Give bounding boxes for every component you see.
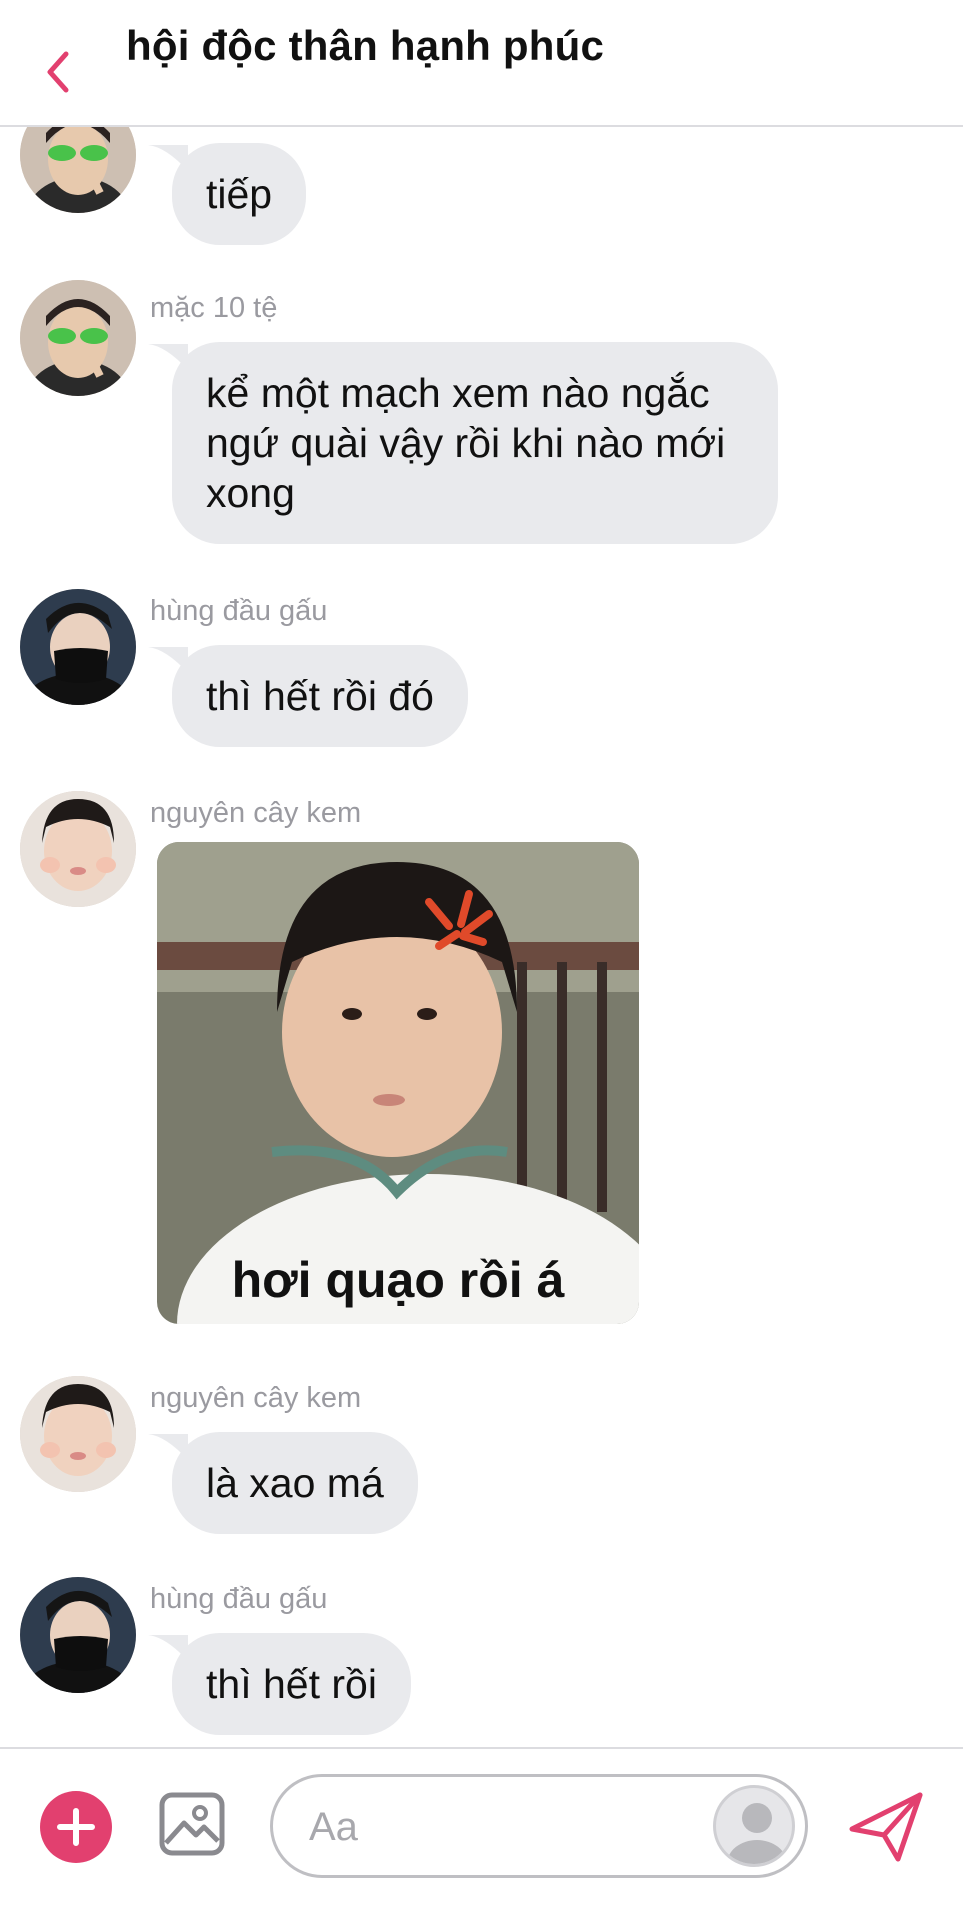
meme-photo-image: hơi quạo rồi á bbox=[157, 842, 639, 1324]
message-bubble[interactable]: là xao má bbox=[172, 1432, 418, 1534]
message-text-line: ngứ quài vậy rồi khi nào mới bbox=[206, 420, 726, 466]
message-composer bbox=[0, 1747, 963, 1920]
conversation-title[interactable]: hội độc thân hạnh phúc bbox=[126, 22, 604, 70]
avatar[interactable] bbox=[20, 127, 136, 213]
back-button[interactable] bbox=[40, 46, 76, 98]
message-text: là xao má bbox=[206, 1460, 384, 1506]
message-bubble[interactable]: thì hết rồi đó bbox=[172, 645, 468, 747]
message-text-line: xong bbox=[206, 470, 295, 516]
send-icon bbox=[849, 1792, 923, 1862]
gallery-button[interactable] bbox=[158, 1791, 226, 1857]
send-button[interactable] bbox=[846, 1789, 926, 1865]
image-message[interactable]: hơi quạo rồi á bbox=[157, 842, 639, 1324]
message-text: thì hết rồi đó bbox=[206, 673, 434, 719]
avatar[interactable] bbox=[20, 589, 136, 705]
avatar[interactable] bbox=[20, 280, 136, 396]
sender-name: nguyên cây kem bbox=[150, 1382, 362, 1414]
meme-caption: hơi quạo rồi á bbox=[232, 1252, 565, 1308]
message-bubble[interactable]: thì hết rồi bbox=[172, 1633, 411, 1735]
more-actions-button[interactable] bbox=[40, 1791, 112, 1863]
message-text: tiếp bbox=[206, 171, 273, 217]
message-bubble[interactable]: kể một mạch xem nào ngắc ngứ quài vậy rồ… bbox=[172, 342, 778, 544]
image-icon bbox=[159, 1792, 225, 1856]
message-input[interactable] bbox=[309, 1803, 689, 1851]
message-text: thì hết rồi bbox=[206, 1661, 377, 1707]
sender-name: mặc 10 tệ bbox=[150, 292, 278, 324]
profile-placeholder-avatar[interactable] bbox=[713, 1785, 795, 1867]
plus-icon bbox=[57, 1808, 95, 1846]
sender-name: nguyên cây kem bbox=[150, 797, 362, 829]
chevron-left-icon bbox=[47, 51, 69, 93]
message-list[interactable]: tiếp mặc 10 tệ kể một mạch xem nào ngắc … bbox=[0, 127, 963, 1747]
person-icon bbox=[727, 1803, 787, 1864]
avatar[interactable] bbox=[20, 1376, 136, 1492]
avatar[interactable] bbox=[20, 791, 136, 907]
message-text-line: kể một mạch xem nào ngắc bbox=[206, 370, 710, 416]
avatar[interactable] bbox=[20, 1577, 136, 1693]
message-input-container bbox=[270, 1774, 808, 1878]
message-bubble[interactable]: tiếp bbox=[172, 143, 307, 245]
chat-header: hội độc thân hạnh phúc bbox=[0, 0, 963, 127]
sender-name: hùng đầu gấu bbox=[150, 595, 328, 627]
sender-name: hùng đầu gấu bbox=[150, 1583, 328, 1615]
